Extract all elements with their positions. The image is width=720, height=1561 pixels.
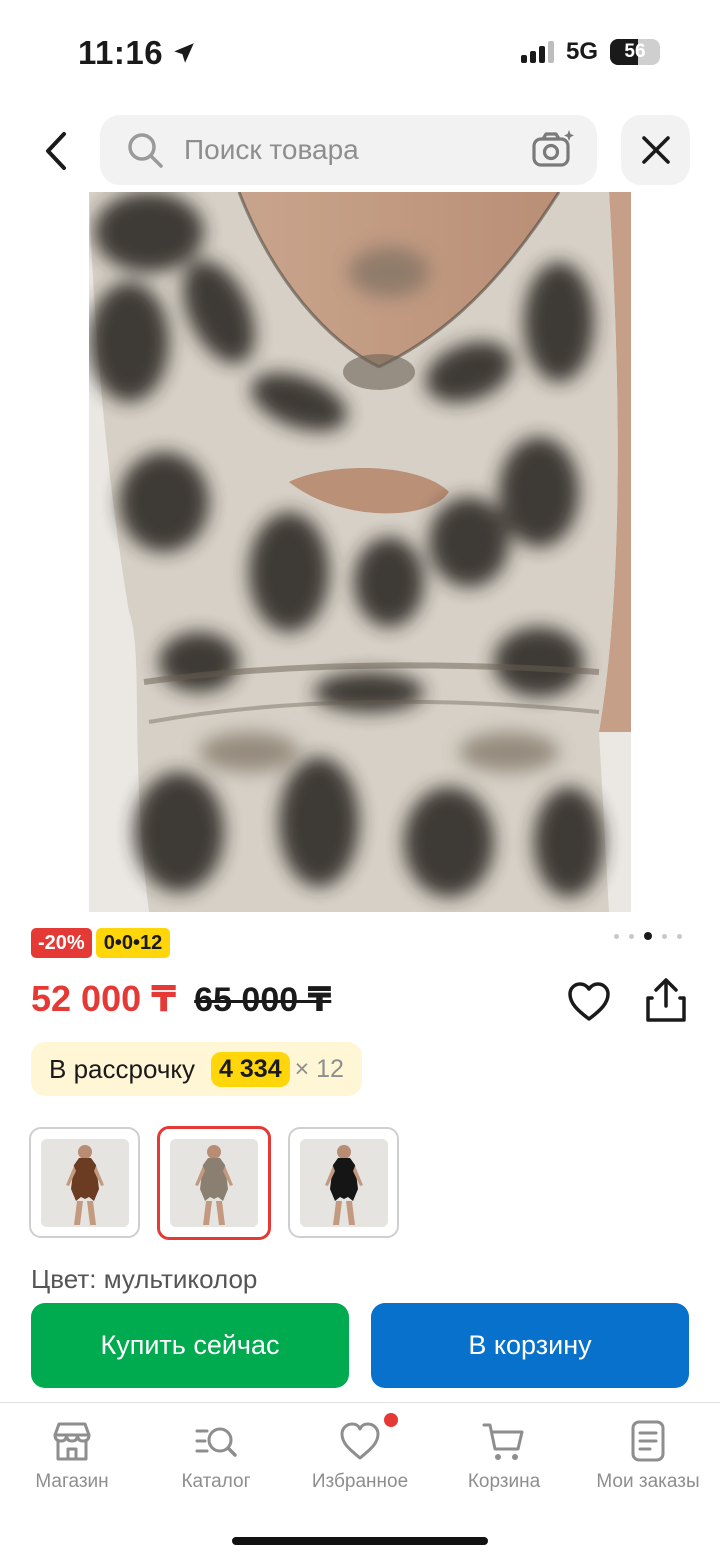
add-to-cart-button[interactable]: В корзину: [371, 1303, 689, 1388]
tab-my-orders[interactable]: Мои заказы: [576, 1403, 720, 1512]
status-bar: 11:16 5G 56: [0, 0, 720, 100]
search-bar[interactable]: [100, 115, 597, 185]
search-icon: [128, 133, 163, 168]
bottom-tab-bar: Магазин Каталог Избранное Корзина Мои за…: [0, 1402, 720, 1512]
swimsuit-model-figure: [40, 1138, 129, 1227]
battery-level: 56: [624, 41, 646, 62]
action-bar: Купить сейчас В корзину: [0, 1294, 720, 1400]
discount-badge: -20%: [31, 928, 92, 958]
installment-multiplier: × 12: [294, 1054, 344, 1083]
variant-thumbnail[interactable]: [29, 1127, 140, 1238]
tab-label: Избранное: [311, 1471, 409, 1492]
search-input[interactable]: [184, 134, 504, 166]
swimsuit-model-figure: [299, 1138, 388, 1227]
gallery-dot: [677, 933, 682, 939]
installment-banner[interactable]: В рассрочку 4 334 × 12: [31, 1042, 362, 1096]
catalog-search-icon: [195, 1427, 237, 1457]
orders-icon: [631, 1420, 665, 1462]
battery-icon: 56: [610, 39, 660, 65]
status-indicators: 5G 56: [520, 38, 660, 66]
product-photo: [89, 192, 631, 912]
home-indicator[interactable]: [232, 1537, 488, 1545]
variant-thumbnail[interactable]: [157, 1126, 271, 1240]
buy-now-button[interactable]: Купить сейчас: [31, 1303, 349, 1388]
current-price: 52 000 ₸: [31, 978, 177, 1019]
variant-selector: [29, 1126, 399, 1240]
tab-label: Магазин: [35, 1471, 109, 1492]
heart-icon: [340, 1422, 380, 1460]
share-icon[interactable]: [644, 976, 688, 1024]
tab-favorites[interactable]: Избранное: [288, 1403, 432, 1512]
network-type: 5G: [565, 38, 598, 65]
price-row: 52 000 ₸ 65 000 ₸: [31, 978, 331, 1020]
swimsuit-model-figure: [170, 1139, 258, 1227]
gallery-dot: [662, 933, 667, 939]
product-image[interactable]: [89, 192, 631, 912]
camera-search-icon[interactable]: [531, 129, 575, 169]
close-icon: [641, 136, 670, 164]
variant-image: [170, 1139, 258, 1227]
tab-label: Корзина: [467, 1471, 541, 1492]
store-icon: [53, 1422, 91, 1461]
variant-image: [40, 1138, 129, 1227]
signal-icon: [520, 41, 554, 63]
color-label: Цвет: мультиколор: [31, 1264, 258, 1294]
installment-amount: 4 334: [211, 1051, 290, 1087]
installment-badge: 0•0•12: [95, 928, 171, 958]
top-bar: [0, 115, 720, 187]
status-time: 11:16: [78, 34, 197, 72]
cart-icon: [482, 1423, 524, 1460]
back-button[interactable]: [34, 127, 78, 175]
gallery-dot: [644, 932, 652, 940]
gallery-dot: [614, 933, 619, 939]
tab-catalog[interactable]: Каталог: [144, 1403, 288, 1512]
variant-thumbnail[interactable]: [288, 1127, 399, 1238]
tab-cart[interactable]: Корзина: [432, 1403, 576, 1512]
gallery-page-indicator: [614, 932, 682, 940]
tab-label: Мои заказы: [596, 1471, 700, 1492]
chevron-left-icon: [46, 132, 66, 170]
variant-image: [299, 1138, 388, 1227]
close-button[interactable]: [621, 115, 690, 185]
location-arrow-icon: [174, 43, 194, 63]
gallery-dot: [629, 933, 634, 939]
favorite-heart-icon[interactable]: [566, 980, 612, 1022]
time-text: 11:16: [78, 34, 164, 71]
old-price: 65 000 ₸: [194, 981, 332, 1019]
product-badges: -20% 0•0•12: [31, 928, 171, 958]
tab-store[interactable]: Магазин: [0, 1403, 144, 1512]
notification-dot: [384, 1413, 398, 1427]
installment-label: В рассрочку: [49, 1053, 196, 1084]
tab-label: Каталог: [181, 1471, 251, 1492]
